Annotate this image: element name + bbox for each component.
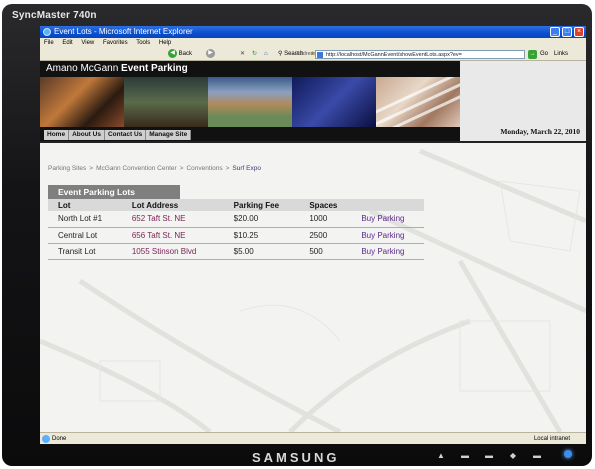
table-row: Central Lot 656 Taft St. NE $10.25 2500 … xyxy=(48,227,424,244)
links-label[interactable]: Links xyxy=(554,48,568,61)
menu-tools[interactable]: Tools xyxy=(136,40,150,46)
monitor-adjust-button-icon[interactable]: ▬ xyxy=(485,452,493,460)
back-arrow-icon: ◀ xyxy=(168,48,177,58)
header-photo-parking xyxy=(376,77,460,127)
address-bar-input[interactable]: http://localhost/McGannEvent/showEventLo… xyxy=(315,50,525,59)
lot-address: 1055 Stinson Blvd xyxy=(121,243,224,260)
lot-spaces: 1000 xyxy=(299,211,352,228)
address-value: http://localhost/McGannEvent/showEventLo… xyxy=(326,52,462,58)
stop-icon[interactable]: ✕ xyxy=(240,48,245,61)
site-title: Amano McGann Event Parking xyxy=(40,61,460,77)
lot-address: 652 Taft St. NE xyxy=(121,211,224,228)
back-label: Back xyxy=(178,51,193,57)
nav-manage-site[interactable]: Manage Site xyxy=(146,130,192,140)
go-button[interactable]: → xyxy=(528,50,537,59)
page-done-icon xyxy=(42,435,50,443)
close-button[interactable]: × xyxy=(574,27,584,37)
lot-fee: $10.25 xyxy=(223,227,300,244)
monitor-menu-button-icon[interactable]: ▲ xyxy=(437,452,445,460)
header-date-panel: Monday, March 22, 2010 xyxy=(460,61,586,143)
internet-explorer-icon xyxy=(43,28,51,36)
breadcrumb-current: Surf Expo xyxy=(232,165,261,172)
web-page: Amano McGann Event Parking HomeAbout Us xyxy=(40,61,586,432)
nav-contact-us[interactable]: Contact Us xyxy=(104,130,147,140)
column-header-action xyxy=(351,199,424,211)
forward-arrow-icon: ▶ xyxy=(206,48,215,58)
buy-parking-link[interactable]: Buy Parking xyxy=(351,227,424,244)
site-title-bold: Event Parking xyxy=(121,63,188,74)
breadcrumb-convention-center[interactable]: McGann Convention Center xyxy=(96,165,177,172)
breadcrumb-parking-sites[interactable]: Parking Sites xyxy=(48,165,86,172)
monitor-brand-logo: SAMSUNG xyxy=(252,450,340,465)
status-text: Done xyxy=(52,436,67,442)
buy-parking-link[interactable]: Buy Parking xyxy=(351,243,424,260)
monitor-source-button-icon[interactable]: ◆ xyxy=(509,452,517,460)
security-zone: Local intranet xyxy=(533,436,570,442)
lot-address: 656 Taft St. NE xyxy=(121,227,224,244)
lot-name: Transit Lot xyxy=(48,243,122,260)
lot-fee: $5.00 xyxy=(223,243,300,260)
table-row: Transit Lot 1055 Stinson Blvd $5.00 500 … xyxy=(48,243,424,260)
lot-spaces: 2500 xyxy=(299,227,352,244)
breadcrumb: Parking Sites > McGann Convention Center > C… xyxy=(48,165,261,172)
monitor-frame: SyncMaster 740n Event Lots - Microsoft I… xyxy=(2,4,592,466)
site-title-prefix: Amano McGann xyxy=(46,63,119,74)
header-photo-concert xyxy=(292,77,376,127)
window-title: Event Lots - Microsoft Internet Explorer xyxy=(54,27,193,36)
nav-home[interactable]: Home xyxy=(44,130,70,140)
refresh-icon[interactable]: ↻ xyxy=(252,48,257,61)
breadcrumb-conventions[interactable]: Conventions xyxy=(186,165,222,172)
browser-window: Event Lots - Microsoft Internet Explorer… xyxy=(40,26,586,444)
header-photo-racing xyxy=(124,77,208,127)
lot-name: Central Lot xyxy=(48,227,122,244)
browser-toolbar: ◀ Back ▶ ✕ ↻ ⌂ ⚲ Search ★ Address http:/… xyxy=(40,48,586,61)
window-titlebar: Event Lots - Microsoft Internet Explorer… xyxy=(40,26,586,38)
buy-parking-link[interactable]: Buy Parking xyxy=(351,211,424,228)
address-label: Address xyxy=(296,51,317,57)
section-title: Event Parking Lots xyxy=(48,185,180,199)
lot-name: North Lot #1 xyxy=(48,211,122,228)
table-header-row: Lot Lot Address Parking Fee Spaces xyxy=(48,199,424,211)
menu-edit[interactable]: Edit xyxy=(62,40,72,46)
status-bar: Done Local intranet xyxy=(40,432,586,444)
monitor-model-label: SyncMaster 740n xyxy=(12,10,97,21)
page-icon xyxy=(317,52,323,58)
maximize-button[interactable]: □ xyxy=(562,27,572,37)
home-icon[interactable]: ⌂ xyxy=(264,48,268,61)
menu-favorites[interactable]: Favorites xyxy=(103,40,128,46)
back-button[interactable]: ◀ Back xyxy=(168,48,192,61)
header-photo-stadium xyxy=(208,77,292,127)
lot-spaces: 500 xyxy=(299,243,352,260)
column-header-lot: Lot xyxy=(48,199,122,211)
site-nav: Home About Us Contact Us Manage Site xyxy=(40,127,460,143)
table-row: North Lot #1 652 Taft St. NE $20.00 1000… xyxy=(48,211,424,228)
forward-button[interactable]: ▶ xyxy=(206,48,215,61)
go-label[interactable]: Go xyxy=(540,48,548,61)
column-header-spaces: Spaces xyxy=(299,199,352,211)
column-header-address: Lot Address xyxy=(121,199,224,211)
monitor-auto-button-icon[interactable]: ▬ xyxy=(533,452,541,460)
current-date: Monday, March 22, 2010 xyxy=(500,127,580,136)
lot-fee: $20.00 xyxy=(223,211,300,228)
site-header: Amano McGann Event Parking HomeAbout Us xyxy=(40,61,586,143)
power-led-icon[interactable] xyxy=(564,450,572,458)
menu-file[interactable]: File xyxy=(44,40,54,46)
header-photo-strip xyxy=(40,77,460,127)
event-lots-table: Lot Lot Address Parking Fee Spaces North… xyxy=(48,199,424,260)
monitor-adjust-button-icon[interactable]: ▬ xyxy=(461,452,469,460)
menu-help[interactable]: Help xyxy=(159,40,171,46)
column-header-fee: Parking Fee xyxy=(223,199,300,211)
nav-about-us[interactable]: About Us xyxy=(69,130,105,140)
menu-view[interactable]: View xyxy=(81,40,94,46)
menu-bar: File Edit View Favorites Tools Help xyxy=(40,38,586,48)
header-photo-crowd xyxy=(40,77,124,127)
search-icon: ⚲ xyxy=(278,51,283,57)
minimize-button[interactable]: _ xyxy=(550,27,560,37)
